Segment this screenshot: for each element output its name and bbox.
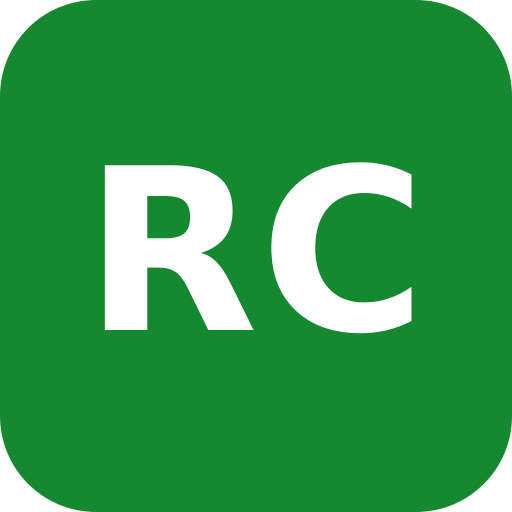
icon-initials: RC [84, 121, 428, 384]
app-icon-tile: RC [0, 0, 512, 512]
